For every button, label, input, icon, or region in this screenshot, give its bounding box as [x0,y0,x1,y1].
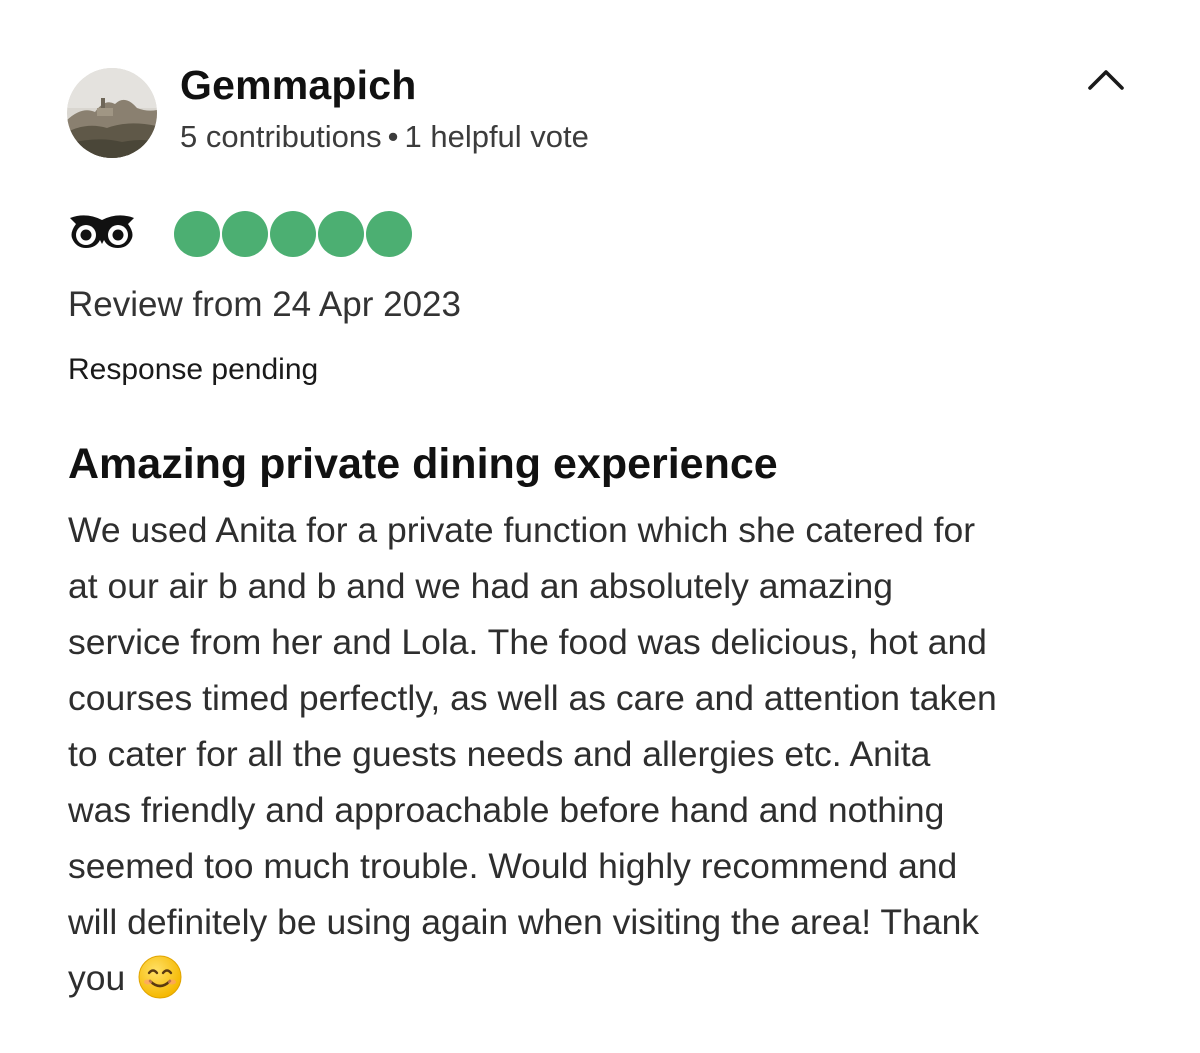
review-body-line: at our air b and b and we had an absolut… [68,566,893,606]
review-title: Amazing private dining experience [68,440,778,488]
review-body-last-line: you [68,950,1168,1006]
owl-logo-icon [66,210,138,250]
review-body-line: will definitely be using again when visi… [68,902,980,942]
helpful-votes-count: 1 helpful vote [404,119,589,154]
meta-separator: • [387,119,399,154]
chevron-up-icon [1088,70,1124,90]
response-status: Response pending [68,353,319,386]
rating-bubble [174,211,220,257]
rating-bubbles [174,211,412,257]
reviewer-stats: 5 contributions • 1 helpful vote [180,119,589,155]
review-body-line: to cater for all the guests needs and al… [68,734,931,774]
review-body-line: you [68,958,126,998]
landscape-photo-avatar [67,68,157,158]
contributions-count: 5 contributions [180,119,382,154]
collapse-button[interactable] [1082,62,1130,98]
review-body-line: was friendly and approachable before han… [68,790,945,830]
review-body-line: seemed too much trouble. Would highly re… [68,846,958,886]
rating-bubble [222,211,268,257]
smiling-face-emoji [137,954,183,1000]
review-body: We used Anita for a private function whi… [68,502,1168,1006]
review-date: Review from 24 Apr 2023 [68,285,461,324]
rating-bubble [366,211,412,257]
reviewer-username[interactable]: Gemmapich [180,62,417,109]
review-body-line: service from her and Lola. The food was … [68,622,987,662]
review-body-line: We used Anita for a private function whi… [68,510,976,550]
rating-bubble [270,211,316,257]
rating-bubble [318,211,364,257]
avatar[interactable] [67,68,157,158]
review-body-line: courses timed perfectly, as well as care… [68,678,997,718]
